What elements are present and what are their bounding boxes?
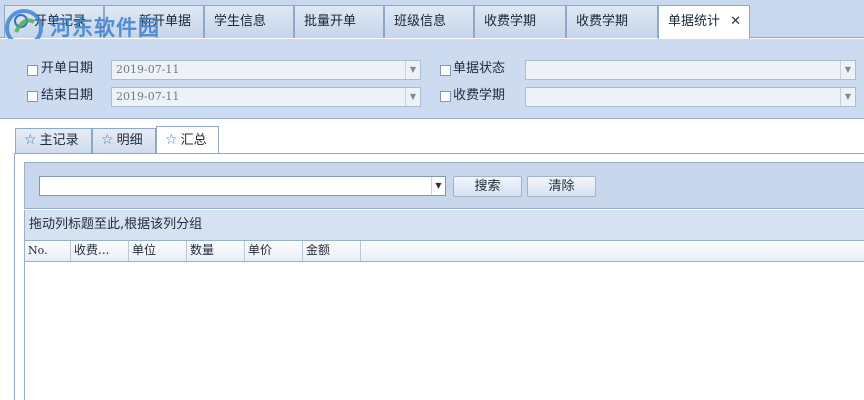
term-select[interactable]: ▼ xyxy=(525,87,856,107)
grid-header: No. 收费... 单位 数量 单价 金额 xyxy=(24,241,864,262)
dropdown-arrow-icon[interactable]: ▼ xyxy=(840,61,855,79)
grid-body[interactable] xyxy=(24,262,864,400)
column-header-no[interactable]: No. xyxy=(25,241,71,261)
star-icon: ☆ xyxy=(165,132,178,148)
tab-label: 收费学期 xyxy=(484,14,537,29)
tab-student-info[interactable]: 学生信息 xyxy=(204,5,294,38)
column-header-fee-item[interactable]: 收费... xyxy=(71,241,129,261)
end-date-label: 结束日期 xyxy=(41,88,94,103)
start-date-checkbox[interactable] xyxy=(27,65,38,76)
end-date-value: 2019-07-11 xyxy=(116,90,180,103)
tab-bill-statistics[interactable]: 单据统计 ✕ xyxy=(658,5,750,39)
dropdown-arrow-icon[interactable]: ▼ xyxy=(431,177,445,195)
tab-label: 开单记录 xyxy=(34,14,87,29)
dropdown-arrow-icon[interactable]: ▼ xyxy=(405,88,420,106)
tab-label: 学生信息 xyxy=(214,14,267,29)
column-header-unit-price[interactable]: 单价 xyxy=(245,241,303,261)
star-icon: ☆ xyxy=(24,132,37,148)
tab-label: 汇总 xyxy=(180,133,207,148)
column-header-amount[interactable]: 金额 xyxy=(303,241,361,261)
tab-new-bill[interactable]: 新开单据 xyxy=(104,5,204,38)
tab-fee-term-2[interactable]: 收费学期 xyxy=(566,5,658,38)
status-select[interactable]: ▼ xyxy=(525,60,856,80)
tab-billing-records[interactable]: 开单记录 xyxy=(4,5,104,38)
search-button[interactable]: 搜索 xyxy=(453,176,522,197)
tab-batch-billing[interactable]: 批量开单 xyxy=(294,5,384,38)
end-date-picker[interactable]: 2019-07-11 ▼ xyxy=(111,87,421,107)
tab-label: 班级信息 xyxy=(394,14,447,29)
tab-class-info[interactable]: 班级信息 xyxy=(384,5,474,38)
search-input[interactable]: ▼ xyxy=(39,176,446,196)
tab-main-record[interactable]: ☆ 主记录 xyxy=(15,128,92,153)
group-by-panel[interactable]: 拖动列标题至此,根据该列分组 xyxy=(24,210,864,241)
top-tab-bar: 开单记录 新开单据 学生信息 批量开单 班级信息 收费学期 收费学期 单据统计 … xyxy=(0,0,864,39)
dropdown-arrow-icon[interactable]: ▼ xyxy=(405,61,420,79)
tab-label: 明细 xyxy=(116,133,143,148)
search-panel: ▼ 搜索 清除 xyxy=(24,162,864,209)
tab-label: 批量开单 xyxy=(304,14,357,29)
column-header-unit[interactable]: 单位 xyxy=(129,241,187,261)
status-checkbox[interactable] xyxy=(440,65,451,76)
column-header-quantity[interactable]: 数量 xyxy=(187,241,245,261)
close-icon[interactable]: ✕ xyxy=(730,6,741,38)
tab-detail[interactable]: ☆ 明细 xyxy=(92,128,156,153)
term-checkbox[interactable] xyxy=(440,91,451,102)
end-date-checkbox[interactable] xyxy=(27,91,38,102)
tab-label: 收费学期 xyxy=(576,14,629,29)
star-icon: ☆ xyxy=(101,132,114,148)
start-date-value: 2019-07-11 xyxy=(116,63,180,76)
status-label: 单据状态 xyxy=(453,61,506,76)
group-hint: 拖动列标题至此,根据该列分组 xyxy=(29,217,203,232)
tab-fee-term-1[interactable]: 收费学期 xyxy=(474,5,566,38)
tab-summary[interactable]: ☆ 汇总 xyxy=(156,126,219,153)
start-date-label: 开单日期 xyxy=(41,61,94,76)
start-date-picker[interactable]: 2019-07-11 ▼ xyxy=(111,60,421,80)
filter-panel: 开单日期 2019-07-11 ▼ 单据状态 ▼ 结束日期 2019-07-11… xyxy=(0,39,864,119)
clear-button[interactable]: 清除 xyxy=(527,176,596,197)
tab-label: 主记录 xyxy=(39,133,79,148)
tab-label: 单据统计 xyxy=(668,14,721,29)
tab-label: 新开单据 xyxy=(139,14,192,29)
term-label: 收费学期 xyxy=(453,88,506,103)
summary-content: ▼ 搜索 清除 拖动列标题至此,根据该列分组 No. 收费... 单位 数量 单… xyxy=(14,153,864,400)
dropdown-arrow-icon[interactable]: ▼ xyxy=(840,88,855,106)
app-tab-icon xyxy=(14,13,28,28)
sub-tab-bar: ☆ 主记录 ☆ 明细 ☆ 汇总 xyxy=(0,119,864,153)
